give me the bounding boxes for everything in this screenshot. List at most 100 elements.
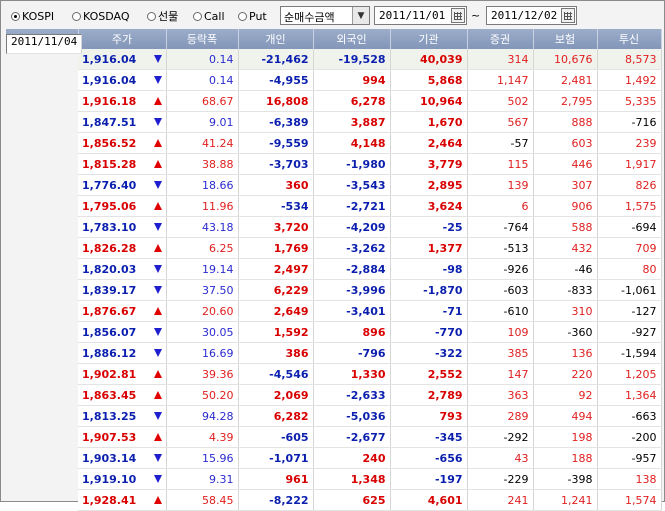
radio-kosdaq[interactable]: KOSDAQ — [72, 9, 130, 23]
radio-futures[interactable]: 선물 — [147, 9, 178, 23]
table-row[interactable]: 2011/12/021,916.040.14-4,9559945,8681,14… — [6, 34, 662, 91]
cell-price: 1,903.14 — [78, 447, 167, 469]
cell-individual: 1,769 — [238, 237, 314, 259]
cell-trust: 1,575 — [597, 195, 662, 217]
chevron-down-icon[interactable]: ▼ — [352, 7, 369, 24]
cell-individual: -21,462 — [238, 49, 314, 70]
table-row[interactable]: 2011/11/101,813.2594.286,282-5,036793289… — [6, 34, 662, 427]
table-row[interactable]: 2011/11/151,886.1216.69386-796-322385136… — [6, 34, 662, 364]
price-value: 1,815.28 — [82, 157, 137, 171]
radio-indicator[interactable] — [147, 11, 156, 21]
table-row[interactable]: 2011/11/181,839.1737.506,229-3,996-1,870… — [6, 34, 662, 301]
table-row[interactable]: 2011/11/291,856.5241.24-9,5594,1482,464-… — [6, 34, 662, 154]
cell-securities: 147 — [467, 363, 534, 385]
table-row[interactable]: 2011/11/141,902.8139.36-4,5461,3302,5521… — [6, 34, 662, 385]
cell-securities: 6 — [467, 195, 534, 217]
cell-insurance: 906 — [533, 195, 598, 217]
table-row[interactable]: 2011/11/161,856.0730.051,592896-770109-3… — [6, 34, 662, 343]
cell-change: 11.96 — [166, 195, 239, 217]
cell-institution: -197 — [390, 468, 468, 490]
cell-individual: 2,649 — [238, 300, 314, 322]
cell-price: 1,916.18 — [78, 90, 167, 112]
cell-change: 4.39 — [166, 426, 239, 448]
table-row[interactable]: 2011/11/301,847.519.01-6,3893,8871,67056… — [6, 34, 662, 133]
cell-individual: -605 — [238, 426, 314, 448]
table-row[interactable]: 2011/11/241,795.0611.96-534-2,7213,62469… — [6, 34, 662, 217]
header-institution[interactable]: 기관 — [390, 29, 468, 49]
cell-institution: 5,868 — [390, 69, 468, 91]
cell-change: 9.31 — [166, 468, 239, 490]
cell-institution: -98 — [390, 258, 468, 280]
radio-call[interactable]: Call — [193, 9, 225, 23]
cell-insurance: 310 — [533, 300, 598, 322]
table-row[interactable]: 2011/11/171,876.6720.602,649-3,401-71-61… — [6, 34, 662, 322]
down-arrow-icon — [153, 286, 162, 294]
up-arrow-icon — [153, 370, 162, 378]
header-change[interactable]: 등락폭 — [166, 29, 239, 49]
header-securities[interactable]: 증권 — [467, 29, 534, 49]
cell-individual: 16,808 — [238, 90, 314, 112]
cell-price: 1,815.28 — [78, 153, 167, 175]
calendar-icon[interactable] — [451, 8, 465, 23]
cell-foreign: -2,721 — [313, 195, 391, 217]
price-value: 1,919.10 — [82, 472, 137, 486]
cell-trust: -927 — [597, 321, 662, 343]
table-row[interactable]: 2011/11/081,903.1415.96-1,071240-6564318… — [6, 34, 662, 469]
table-row[interactable]: 2011/11/111,863.4550.202,069-2,6332,7893… — [6, 34, 662, 406]
summary-row[interactable]: 기간합계1,916.040.14-21,462-19,52840,0393141… — [6, 34, 662, 70]
cell-foreign: -3,996 — [313, 279, 391, 301]
cell-change: 0.14 — [166, 69, 239, 91]
radio-indicator[interactable] — [11, 11, 20, 21]
table-row[interactable]: 2011/11/231,783.1043.183,720-4,209-25-76… — [6, 34, 662, 238]
cell-price: 1,856.07 — [78, 321, 167, 343]
cell-institution: 793 — [390, 405, 468, 427]
table-row[interactable]: 2011/12/011,916.1868.6716,8086,27810,964… — [6, 34, 662, 112]
header-individual[interactable]: 개인 — [238, 29, 314, 49]
cell-change: 18.66 — [166, 174, 239, 196]
radio-put[interactable]: Put — [238, 9, 267, 23]
cell-insurance: 494 — [533, 405, 598, 427]
cell-institution: 2,789 — [390, 384, 468, 406]
radio-kospi[interactable]: KOSPI — [11, 9, 54, 23]
table-row[interactable]: 2011/11/251,776.4018.66360-3,5432,895139… — [6, 34, 662, 196]
cell-foreign: -19,528 — [313, 49, 391, 70]
date-to-field[interactable]: 2011/12/02 — [486, 6, 577, 25]
cell-individual: 2,069 — [238, 384, 314, 406]
radio-indicator[interactable] — [72, 11, 81, 21]
table-row[interactable]: 2011/11/071,919.109.319611,348-197-229-3… — [6, 34, 662, 490]
up-arrow-icon — [153, 97, 162, 105]
cell-insurance: 136 — [533, 342, 598, 364]
table-row[interactable]: 2011/11/211,820.0319.142,497-2,884-98-92… — [6, 34, 662, 280]
table-row[interactable]: 2011/11/091,907.534.39-605-2,677-345-292… — [6, 34, 662, 448]
cell-foreign: 1,330 — [313, 363, 391, 385]
cell-price: 1,928.41 — [78, 489, 167, 511]
cell-insurance: 307 — [533, 174, 598, 196]
calendar-icon[interactable] — [561, 8, 575, 23]
header-price[interactable]: 주가 — [78, 29, 167, 49]
cell-price: 1,886.12 — [78, 342, 167, 364]
header-trust[interactable]: 투신 — [597, 29, 662, 49]
cell-foreign: -1,980 — [313, 153, 391, 175]
date-range-separator: ~ — [471, 9, 481, 22]
up-arrow-icon — [153, 202, 162, 210]
cell-price: 1,839.17 — [78, 279, 167, 301]
cell-foreign: 6,278 — [313, 90, 391, 112]
radio-indicator[interactable] — [193, 11, 202, 21]
cell-foreign: 4,148 — [313, 132, 391, 154]
cell-foreign: -2,677 — [313, 426, 391, 448]
date-from-field[interactable]: 2011/11/01 — [374, 6, 467, 25]
header-insurance[interactable]: 보험 — [533, 29, 598, 49]
cell-individual: 6,282 — [238, 405, 314, 427]
cell-change: 15.96 — [166, 447, 239, 469]
table-row[interactable]: 2011/11/221,826.286.251,769-3,2621,377-5… — [6, 34, 662, 259]
radio-indicator[interactable] — [238, 11, 247, 21]
down-arrow-icon — [153, 223, 162, 231]
header-foreign[interactable]: 외국인 — [313, 29, 391, 49]
cell-institution: 3,779 — [390, 153, 468, 175]
cell-institution: 3,624 — [390, 195, 468, 217]
table-row[interactable]: 2011/11/281,815.2838.88-3,703-1,9803,779… — [6, 34, 662, 175]
cell-trust: 1,492 — [597, 69, 662, 91]
table-row[interactable]: 2011/11/04 1,928.41 58.45 -8,222 625 4,601 241… — [6, 34, 662, 511]
metric-select[interactable]: 순매수금액 ▼ — [280, 6, 370, 25]
cell-trust: 80 — [597, 258, 662, 280]
